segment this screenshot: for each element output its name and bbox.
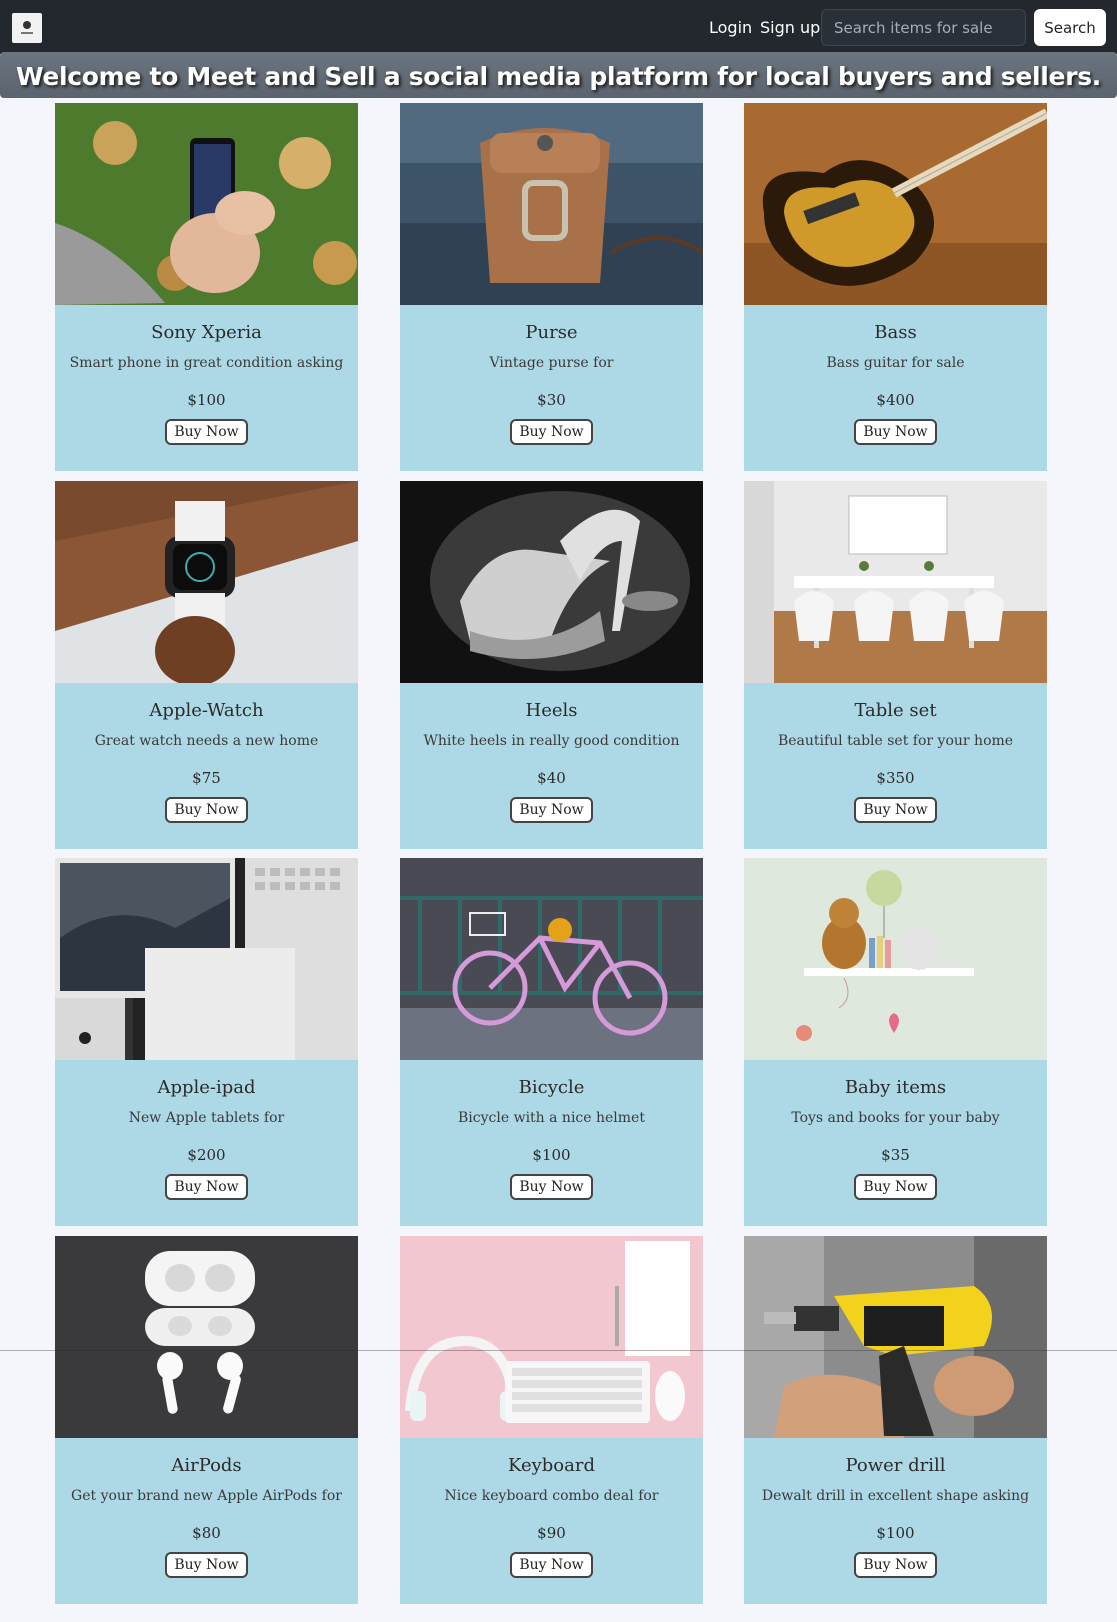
- search-button[interactable]: Search: [1034, 9, 1106, 46]
- login-link[interactable]: Login: [709, 18, 752, 37]
- item-title: Purse: [525, 322, 578, 343]
- item-description: Nice keyboard combo deal for: [444, 1488, 659, 1504]
- item-description: Great watch needs a new home: [94, 733, 319, 749]
- item-price: $75: [192, 769, 221, 787]
- item-description: Smart phone in great condition asking: [69, 355, 344, 371]
- item-description: Toys and books for your baby: [791, 1110, 1000, 1126]
- buy-now-button[interactable]: Buy Now: [510, 1174, 593, 1200]
- navbar: Login Sign up Search: [0, 0, 1117, 54]
- item-price: $30: [537, 391, 566, 409]
- item-card: Apple-Watch Great watch needs a new home $…: [55, 481, 358, 849]
- item-title: Bicycle: [518, 1077, 585, 1098]
- item-price: $400: [876, 391, 915, 409]
- item-description: Dewalt drill in excellent shape asking: [761, 1488, 1030, 1504]
- signup-link[interactable]: Sign up: [760, 18, 820, 37]
- item-image[interactable]: [400, 858, 703, 1060]
- item-image[interactable]: [400, 481, 703, 683]
- buy-now-button[interactable]: Buy Now: [165, 797, 248, 823]
- item-title: Sony Xperia: [151, 322, 262, 343]
- item-title: Bass: [874, 322, 917, 343]
- item-card: Keyboard Nice keyboard combo deal for $90 B…: [400, 1236, 703, 1604]
- buy-now-button[interactable]: Buy Now: [854, 1552, 937, 1578]
- item-card: Heels White heels in really good conditio…: [400, 481, 703, 849]
- item-image[interactable]: [744, 858, 1047, 1060]
- item-title: Apple-ipad: [157, 1077, 256, 1098]
- item-title: Power drill: [845, 1455, 946, 1476]
- item-price: $200: [187, 1146, 226, 1164]
- item-description: Vintage purse for: [489, 355, 614, 371]
- item-image[interactable]: [55, 1236, 358, 1438]
- item-description: White heels in really good condition: [423, 733, 680, 749]
- buy-now-button[interactable]: Buy Now: [510, 797, 593, 823]
- item-image[interactable]: [744, 1236, 1047, 1438]
- item-price: $40: [537, 769, 566, 787]
- item-title: Keyboard: [507, 1455, 595, 1476]
- item-description: New Apple tablets for: [128, 1110, 285, 1126]
- buy-now-button[interactable]: Buy Now: [510, 419, 593, 445]
- item-price: $100: [876, 1524, 915, 1542]
- item-description: Bass guitar for sale: [826, 355, 965, 371]
- item-card: Bicycle Bicycle with a nice helmet $100 Buy…: [400, 858, 703, 1226]
- site-logo[interactable]: [12, 13, 42, 43]
- item-card: Power drill Dewalt drill in excellent sha…: [744, 1236, 1047, 1604]
- buy-now-button[interactable]: Buy Now: [854, 797, 937, 823]
- item-card: Sony Xperia Smart phone in great conditio…: [55, 103, 358, 471]
- item-title: Apple-Watch: [149, 700, 264, 721]
- item-price: $100: [532, 1146, 571, 1164]
- item-description: Get your brand new Apple AirPods for: [71, 1488, 342, 1504]
- item-image[interactable]: [744, 103, 1047, 305]
- buy-now-button[interactable]: Buy Now: [854, 419, 937, 445]
- buy-now-button[interactable]: Buy Now: [165, 419, 248, 445]
- item-title: Baby items: [844, 1077, 947, 1098]
- item-title: AirPods: [171, 1455, 242, 1476]
- item-title: Table set: [854, 700, 937, 721]
- item-card: Bass Bass guitar for sale $400 Buy Now: [744, 103, 1047, 471]
- item-price: $35: [881, 1146, 910, 1164]
- item-card: Purse Vintage purse for $30 Buy Now: [400, 103, 703, 471]
- buy-now-button[interactable]: Buy Now: [854, 1174, 937, 1200]
- item-price: $350: [876, 769, 915, 787]
- item-title: Heels: [525, 700, 578, 721]
- buy-now-button[interactable]: Buy Now: [510, 1552, 593, 1578]
- buy-now-button[interactable]: Buy Now: [165, 1552, 248, 1578]
- item-card: Table set Beautiful table set for your ho…: [744, 481, 1047, 849]
- divider-line: [0, 1350, 1117, 1351]
- welcome-banner: Welcome to Meet and Sell a social media …: [0, 52, 1117, 98]
- item-image[interactable]: [55, 481, 358, 683]
- item-price: $100: [187, 391, 226, 409]
- item-description: Bicycle with a nice helmet: [458, 1110, 645, 1126]
- buy-now-button[interactable]: Buy Now: [165, 1174, 248, 1200]
- item-image[interactable]: [744, 481, 1047, 683]
- item-card: AirPods Get your brand new Apple AirPods …: [55, 1236, 358, 1604]
- search-input[interactable]: [821, 9, 1026, 46]
- welcome-text: Welcome to Meet and Sell a social media …: [15, 62, 1102, 91]
- item-card: Apple-ipad New Apple tablets for $200 Buy N…: [55, 858, 358, 1226]
- item-image[interactable]: [400, 1236, 703, 1438]
- item-description: Beautiful table set for your home: [777, 733, 1014, 749]
- item-card: Baby items Toys and books for your baby $3…: [744, 858, 1047, 1226]
- item-image[interactable]: [55, 858, 358, 1060]
- item-image[interactable]: [400, 103, 703, 305]
- item-price: $90: [537, 1524, 566, 1542]
- item-price: $80: [192, 1524, 221, 1542]
- item-image[interactable]: [55, 103, 358, 305]
